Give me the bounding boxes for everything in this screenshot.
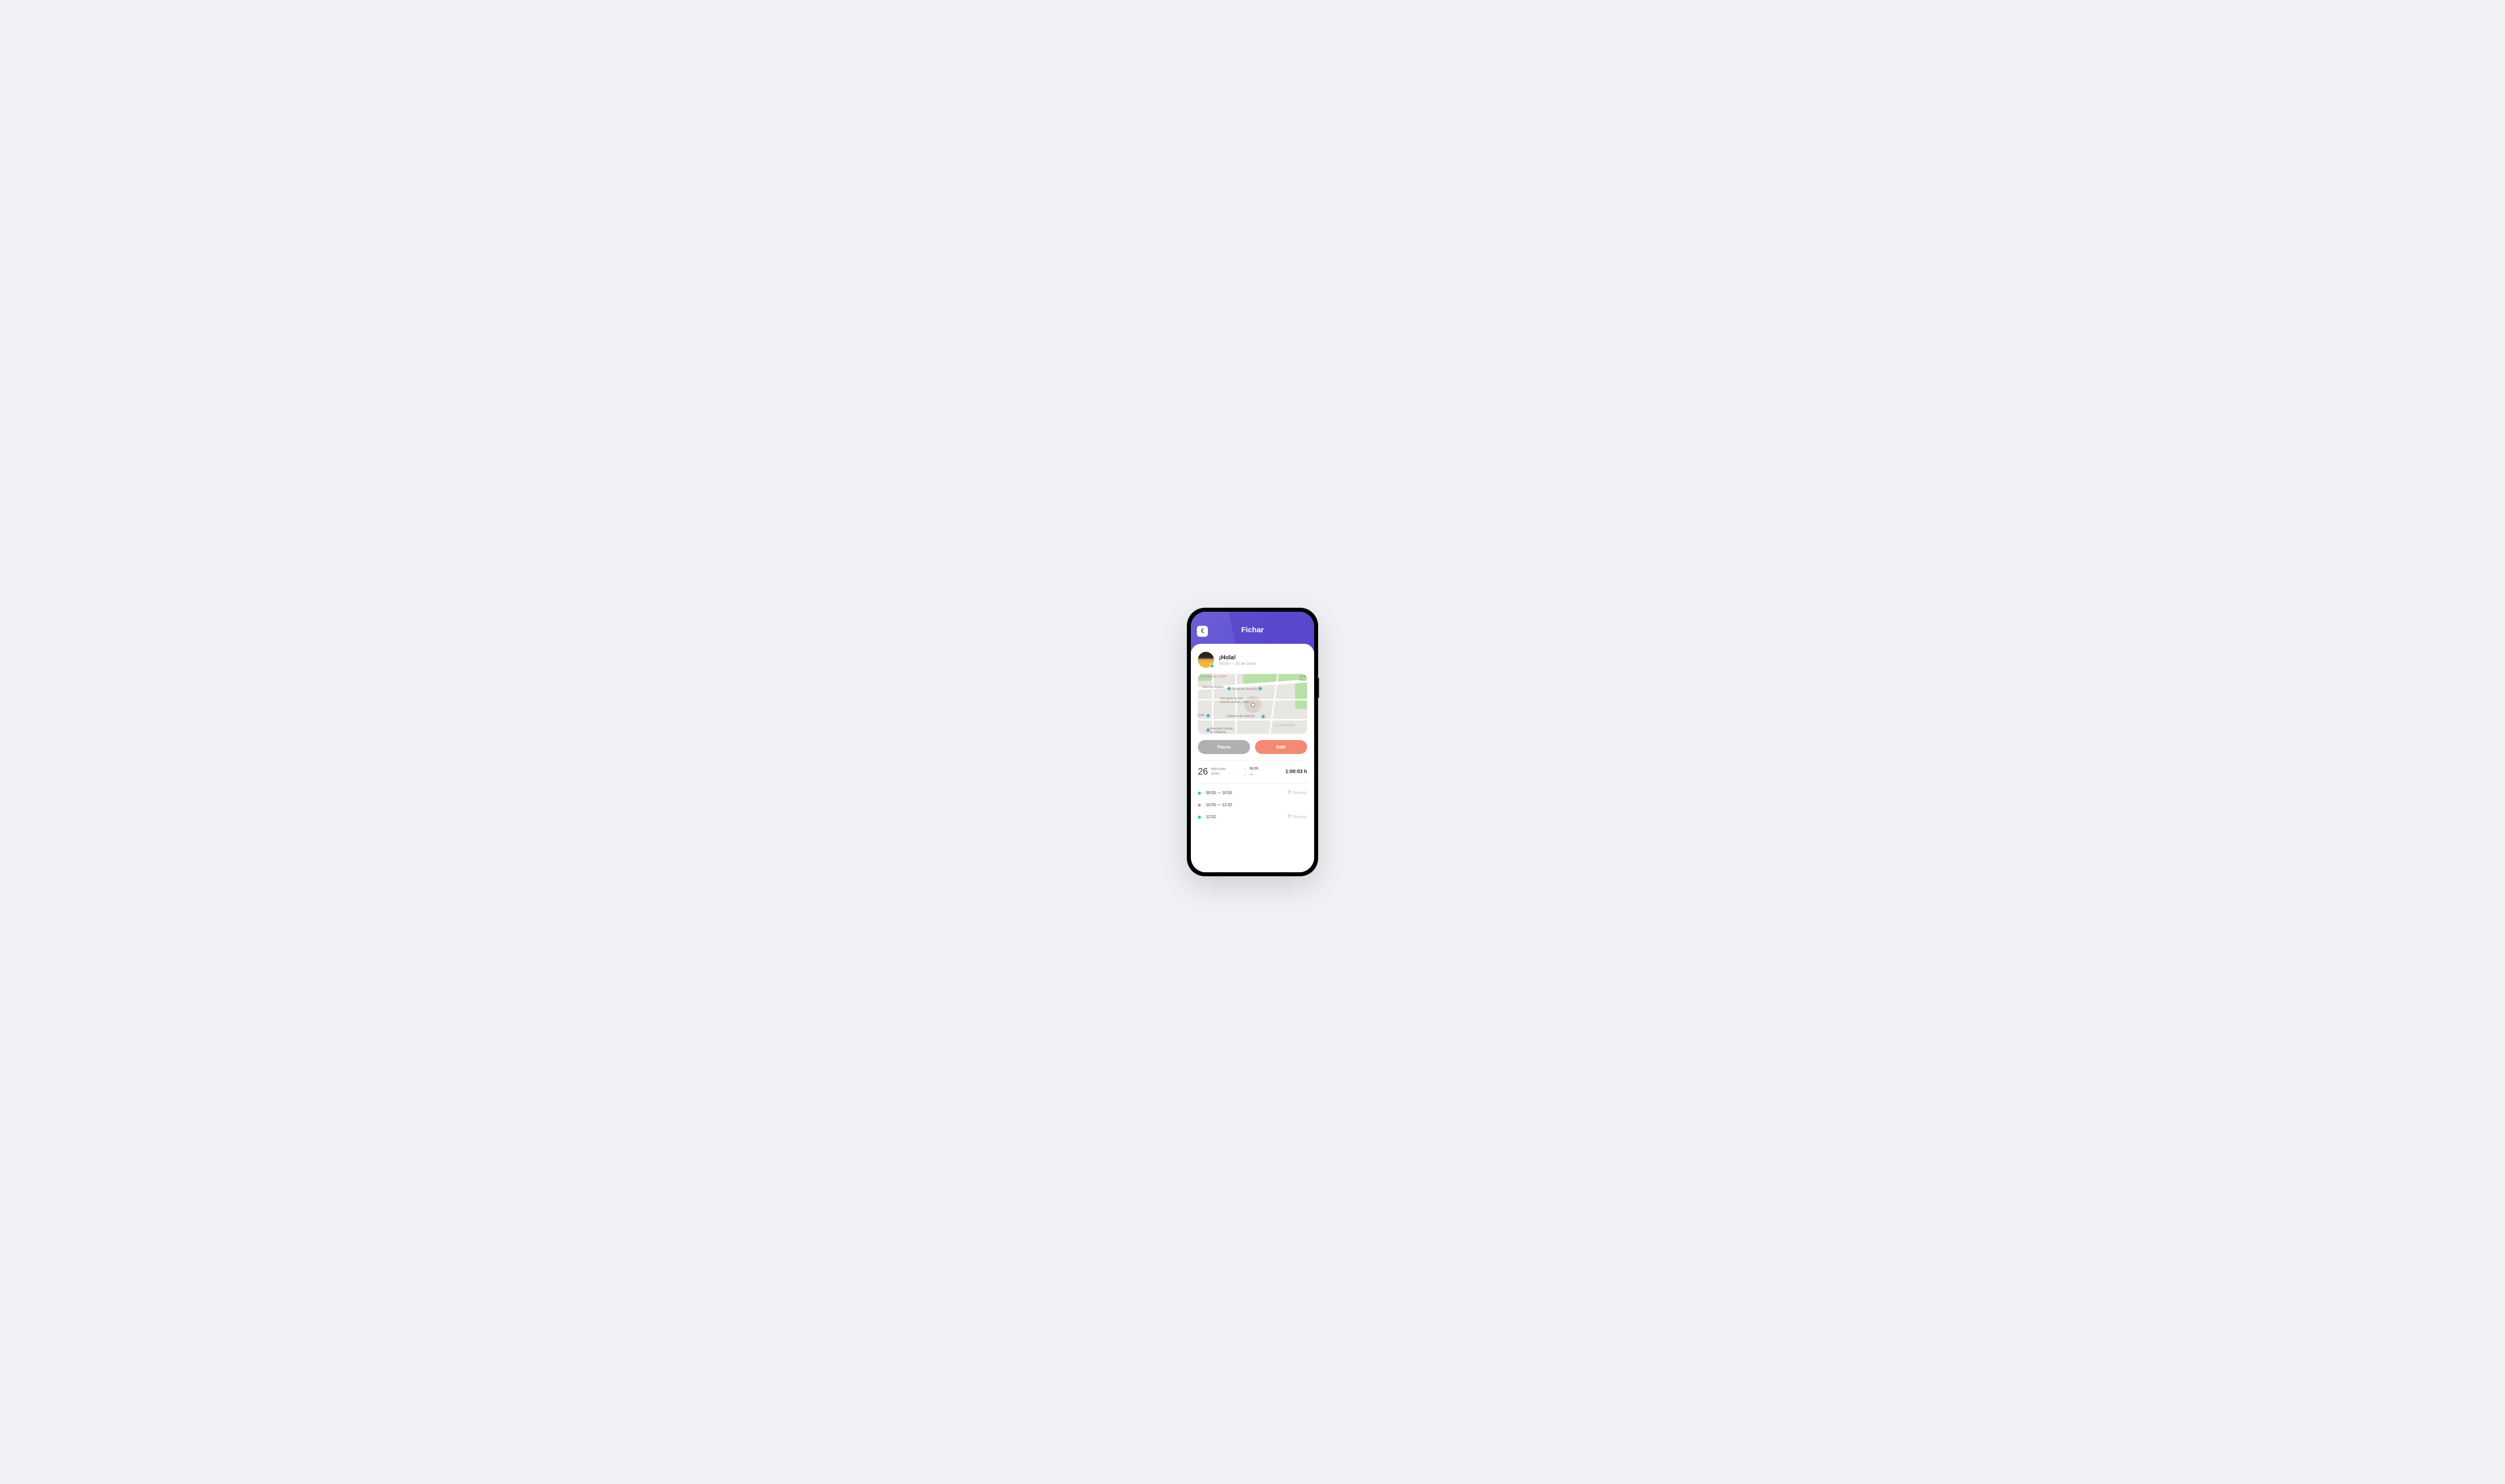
greeting-row: ¡Hola! 09:55 — 26 de Junio: [1198, 652, 1307, 668]
map-poi-label: Parroquia de San: [1220, 697, 1243, 700]
map-poi-label: Mercado Central: [1210, 727, 1232, 730]
month-label: Junio: [1211, 772, 1226, 776]
map-road: [1198, 719, 1307, 720]
entry-time: 09:55 — 10:55: [1206, 791, 1232, 795]
date-block: 26 Miércoles Junio: [1198, 767, 1235, 777]
date-text: Miércoles Junio: [1211, 768, 1226, 776]
status-dot-icon: [1198, 816, 1201, 819]
weekday-label: Miércoles: [1211, 768, 1226, 772]
entry-row: 10:55 — 12:02: [1198, 799, 1307, 811]
location-pin-icon: [1288, 814, 1292, 820]
content-card: ¡Hola! 09:55 — 26 de Junio NH Valencia C…: [1191, 644, 1314, 872]
check-out-line: ← —: [1243, 773, 1259, 777]
entries-list: 09:55 — 10:55 Remoto 10:55 — 12:02 12:02: [1198, 784, 1307, 823]
arrow-out-icon: ←: [1243, 773, 1247, 777]
greeting-text: ¡Hola! 09:55 — 26 de Junio: [1219, 654, 1256, 666]
in-out-block: → 09.55 ← —: [1243, 767, 1259, 777]
location-pin-icon: [1288, 790, 1292, 796]
pause-button[interactable]: Pausa: [1198, 740, 1250, 754]
check-in-time: 09.55: [1249, 767, 1259, 771]
avatar[interactable]: [1198, 652, 1214, 668]
map-poi-label: Catedral de València: [1227, 715, 1255, 718]
entry-row: 12:02 Remoto: [1198, 811, 1307, 823]
greeting-meta: 09:55 — 26 de Junio: [1219, 661, 1256, 666]
map-district-label: LA XEREA: [1274, 724, 1295, 727]
day-summary: 26 Miércoles Junio → 09.55 ← —: [1198, 761, 1307, 783]
greeting-hello: ¡Hola!: [1219, 654, 1256, 661]
map-poi-label: Nicolás de Bari y San…: [1220, 701, 1251, 704]
status-online-icon: [1210, 664, 1214, 668]
map-pin-icon: ◉: [1206, 727, 1210, 733]
check-out-time: —: [1249, 773, 1253, 777]
map-poi-label: Reial: [1299, 679, 1306, 682]
map-park: [1295, 679, 1307, 709]
day-number: 26: [1198, 767, 1208, 777]
entry-location-text: Remoto: [1293, 815, 1307, 819]
status-dot-icon: [1198, 804, 1201, 807]
map-poi-label: Quart: [1198, 714, 1204, 717]
entry-time: 10:55 — 12:02: [1206, 803, 1232, 807]
app-screen: Fichar ¡Hola! 09:55 — 26 de Junio: [1191, 612, 1314, 872]
map-poi-label: de València: [1210, 731, 1226, 734]
map-pin-icon: ◉: [1206, 713, 1210, 718]
map-poi-label: València Modern: [1202, 686, 1224, 689]
entry-location: Remoto: [1288, 790, 1307, 796]
map-pin-icon: ◉: [1258, 686, 1263, 691]
page-title: Fichar: [1191, 626, 1314, 634]
location-map[interactable]: NH Valencia Center València Modern ◉ Tor…: [1198, 674, 1307, 734]
entry-row: 09:55 — 10:55 Remoto: [1198, 787, 1307, 799]
duration-label: 1:00:03 h: [1286, 769, 1307, 775]
entry-location: Remoto: [1288, 814, 1307, 820]
status-dot-icon: [1198, 792, 1201, 795]
map-road: [1235, 674, 1237, 734]
map-poi-label: NH Valencia Center: [1200, 675, 1226, 678]
entry-time: 12:02: [1206, 815, 1216, 819]
map-poi-label: Torres de Serranos: [1232, 688, 1258, 691]
phone-frame: Fichar ¡Hola! 09:55 — 26 de Junio: [1187, 608, 1318, 876]
action-buttons: Pausa Salir: [1198, 740, 1307, 754]
entry-location-text: Remoto: [1293, 791, 1307, 795]
check-in-line: → 09.55: [1243, 767, 1259, 771]
map-poi-label: Jardí: [1300, 675, 1306, 678]
map-road: [1212, 674, 1213, 734]
arrow-in-icon: →: [1243, 767, 1247, 771]
map-pin-icon: ◉: [1227, 686, 1231, 691]
exit-button[interactable]: Salir: [1255, 740, 1307, 754]
map-pin-icon: ◉: [1261, 714, 1266, 719]
